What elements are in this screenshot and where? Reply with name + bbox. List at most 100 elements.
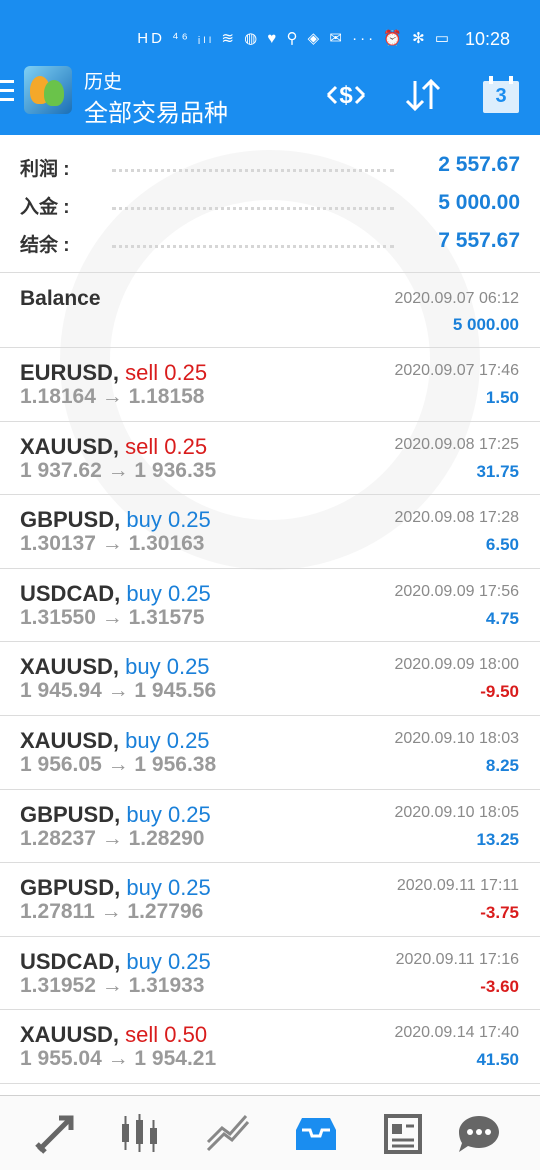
status-bar: HD ⁴⁶ ᵢₗₗ ≋ ◍ ♥ ⚲ ◈ ✉ ··· ⏰ ✻ ▭ 10:28	[0, 0, 540, 60]
deal-prices: 1 956.05 → 1 956.38	[20, 752, 217, 776]
deal-time: 2020.09.07 17:46	[394, 362, 519, 379]
summary-label: 入金 :	[20, 197, 70, 218]
deal-type: buy 0.25	[125, 654, 210, 680]
deal-prices: 1.31550 → 1.31575	[20, 605, 205, 629]
deal-time: 2020.09.09 17:56	[394, 582, 519, 600]
symbol-name: XAUUSD,	[20, 433, 120, 459]
deal-time: 2020.09.09 18:00	[394, 656, 519, 674]
summary-value: 2 557.67	[438, 153, 520, 176]
symbol-name: XAUUSD,	[20, 727, 120, 753]
deals-list: EURUSD, sell 0.25 1.18164 → 1.18158 2020.0…	[0, 348, 540, 1084]
deal-profit: 13.25	[476, 829, 519, 849]
deal-prices: 1 955.04 → 1 954.21	[20, 1047, 217, 1071]
deal-prices: 1.28237 → 1.28290	[20, 826, 205, 850]
sort-icon[interactable]	[403, 75, 443, 115]
trade-icon[interactable]	[204, 1110, 252, 1158]
quotes-icon[interactable]	[31, 1110, 79, 1158]
symbol-name: XAUUSD,	[20, 1022, 120, 1048]
deal-time: 2020.09.11 17:16	[395, 950, 519, 968]
deal-symbol: XAUUSD, buy 0.25	[20, 728, 210, 754]
status-time: 10:28	[464, 29, 510, 49]
deal-prices: 1.27811 → 1.27796	[20, 900, 204, 924]
currency-switch-icon[interactable]: $	[326, 75, 366, 115]
deal-row[interactable]: GBPUSD, buy 0.25 1.28237 → 1.28290 2020.09…	[0, 790, 540, 864]
menu-icon[interactable]	[0, 80, 14, 104]
deal-profit: -3.60	[480, 976, 519, 996]
balance-label: Balance	[20, 287, 101, 310]
deal-row[interactable]: USDCAD, buy 0.25 1.31550 → 1.31575 2020.09…	[0, 569, 540, 643]
summary-profit-row: 利润 : 2 557.67	[20, 153, 520, 184]
deal-type: buy 0.25	[126, 580, 211, 606]
symbol-filter[interactable]: 全部交易品种	[84, 93, 228, 128]
symbol-name: USDCAD,	[20, 948, 121, 974]
deal-row[interactable]: XAUUSD, buy 0.25 1 956.05 → 1 956.38 2020.…	[0, 716, 540, 790]
symbol-name: XAUUSD,	[20, 654, 120, 680]
chat-icon[interactable]	[455, 1110, 503, 1158]
news-icon[interactable]	[378, 1110, 426, 1158]
balance-row[interactable]: Balance 2020.09.07 06:12 5 000.00	[0, 273, 540, 348]
deal-row[interactable]: XAUUSD, sell 0.25 1 937.62 → 1 936.35 2020…	[0, 422, 540, 496]
symbol-name: USDCAD,	[20, 580, 121, 606]
deal-symbol: USDCAD, buy 0.25	[20, 949, 211, 975]
summary-deposit-row: 入金 : 5 000.00	[20, 191, 520, 222]
deal-prices: 1 945.94 → 1 945.56	[20, 679, 217, 703]
deal-time: 2020.09.11 17:11	[396, 877, 519, 895]
deal-type: buy 0.25	[126, 875, 211, 901]
deal-symbol: EURUSD, sell 0.25	[20, 360, 207, 386]
deal-row[interactable]: USDCAD, buy 0.25 1.31952 → 1.31933 2020.09…	[0, 937, 540, 1011]
deal-time: 2020.09.08 17:25	[394, 435, 519, 453]
deal-profit: -9.50	[480, 682, 519, 702]
symbol-name: EURUSD,	[20, 360, 120, 385]
deal-profit: -3.75	[480, 903, 519, 923]
deal-time: 2020.09.14 17:40	[394, 1024, 519, 1042]
deal-symbol: GBPUSD, buy 0.25	[20, 507, 211, 533]
deal-symbol: GBPUSD, buy 0.25	[20, 875, 211, 901]
deal-time: 2020.09.10 18:05	[394, 803, 519, 821]
svg-text:$: $	[339, 82, 353, 109]
mt-logo-icon[interactable]	[24, 66, 72, 114]
deal-prices: 1.30137 → 1.30163	[20, 532, 205, 556]
calendar-day: 3	[495, 85, 507, 107]
deal-prices: 1 937.62 → 1 936.35	[20, 458, 217, 482]
deal-row[interactable]: GBPUSD, buy 0.25 1.27811 → 1.27796 2020.09…	[0, 863, 540, 937]
summary-value: 5 000.00	[438, 191, 520, 214]
balance-amount: 5 000.00	[452, 315, 519, 334]
symbol-name: GBPUSD,	[20, 801, 121, 827]
chart-icon[interactable]	[116, 1110, 164, 1158]
deal-profit: 8.25	[485, 755, 519, 775]
deal-row[interactable]: XAUUSD, buy 0.25 1 945.94 → 1 945.56 2020.…	[0, 642, 540, 716]
deal-time: 2020.09.08 17:28	[394, 509, 519, 527]
summary-value: 7 557.67	[438, 229, 520, 252]
deal-type: buy 0.25	[126, 507, 211, 533]
deal-prices: 1.18164 → 1.18158	[20, 385, 205, 408]
deal-profit: 1.50	[485, 388, 519, 407]
deal-type: sell 0.25	[125, 360, 208, 385]
deal-row[interactable]: EURUSD, sell 0.25 1.18164 → 1.18158 2020.0…	[0, 348, 540, 422]
deal-profit: 6.50	[485, 535, 519, 555]
bottom-nav	[0, 1095, 540, 1170]
deal-symbol: XAUUSD, sell 0.50	[20, 1022, 207, 1048]
deal-type: sell 0.50	[125, 1022, 208, 1048]
deal-type: buy 0.25	[126, 948, 211, 974]
balance-time: 2020.09.07 06:12	[394, 290, 519, 307]
history-icon[interactable]	[292, 1110, 340, 1158]
summary-label: 利润 :	[20, 159, 70, 180]
summary-panel: 利润 : 2 557.67 入金 : 5 000.00 结余 : 7 557.6…	[0, 135, 540, 273]
deal-type: sell 0.25	[125, 433, 208, 459]
deal-profit: 4.75	[485, 608, 519, 628]
page-title: 历史	[84, 72, 123, 93]
deal-profit: 41.50	[476, 1050, 519, 1070]
deal-row[interactable]: XAUUSD, sell 0.50 1 955.04 → 1 954.21 2020…	[0, 1010, 540, 1084]
app-bar: 历史 全部交易品种 $ 3	[0, 60, 540, 135]
deal-symbol: GBPUSD, buy 0.25	[20, 802, 211, 828]
deal-symbol: XAUUSD, sell 0.25	[20, 434, 207, 460]
deal-symbol: USDCAD, buy 0.25	[20, 581, 211, 607]
summary-label: 结余 :	[20, 235, 70, 256]
deal-type: buy 0.25	[126, 801, 211, 827]
symbol-name: GBPUSD,	[20, 875, 121, 901]
deal-time: 2020.09.10 18:03	[394, 729, 519, 747]
summary-balance-row: 结余 : 7 557.67	[20, 229, 520, 260]
deal-symbol: XAUUSD, buy 0.25	[20, 654, 210, 680]
deal-row[interactable]: GBPUSD, buy 0.25 1.30137 → 1.30163 2020.09…	[0, 495, 540, 569]
deal-prices: 1.31952 → 1.31933	[20, 973, 205, 997]
